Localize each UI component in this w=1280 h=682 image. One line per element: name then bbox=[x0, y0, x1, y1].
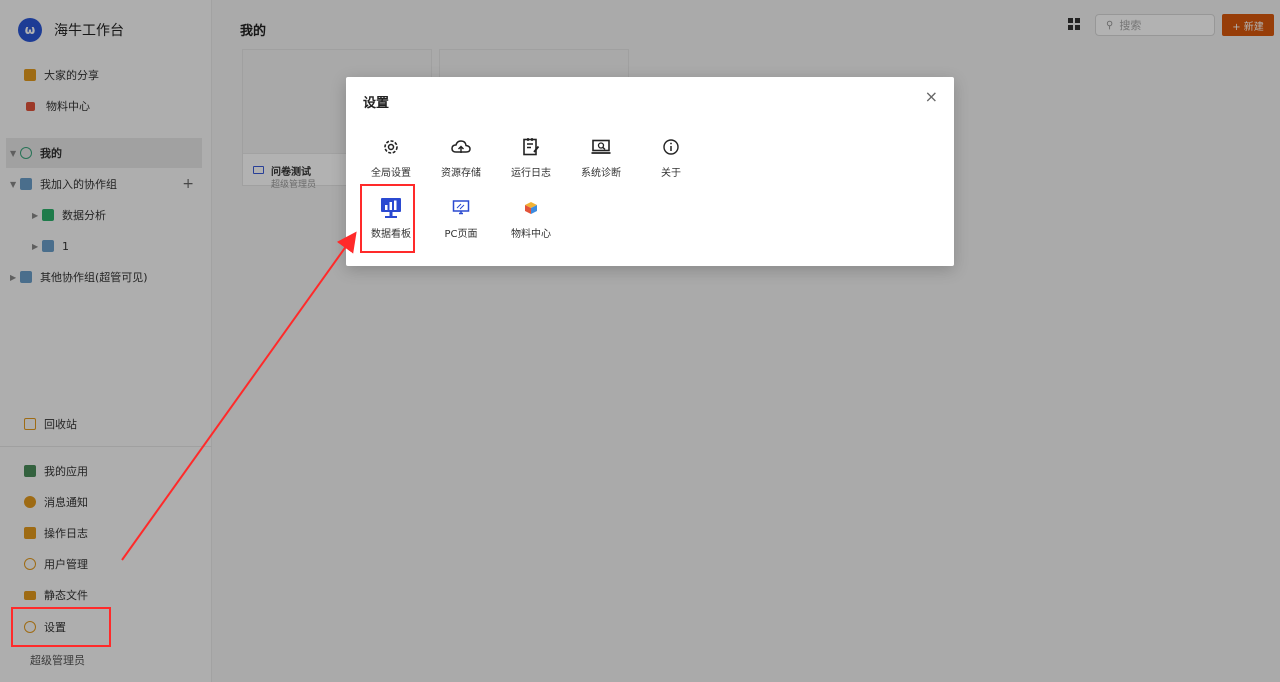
highlight-settings-box bbox=[11, 607, 111, 647]
diagnose-icon bbox=[590, 136, 612, 158]
monitor-icon bbox=[450, 197, 472, 219]
tile-label: 物料中心 bbox=[511, 229, 551, 240]
cloud-icon bbox=[450, 136, 472, 158]
tile-label: PC页面 bbox=[444, 229, 478, 240]
tile-label: 运行日志 bbox=[511, 168, 551, 179]
log-edit-icon bbox=[520, 136, 542, 158]
tile-label: 资源存储 bbox=[441, 168, 481, 179]
close-icon[interactable]: × bbox=[925, 87, 938, 106]
gear-icon bbox=[380, 136, 402, 158]
highlight-dashboard-box bbox=[360, 184, 415, 253]
modal-title: 设置 bbox=[363, 96, 390, 111]
tile-label: 系统诊断 bbox=[581, 168, 621, 179]
material-icon bbox=[520, 197, 542, 219]
tile-resource-storage[interactable]: 资源存储 bbox=[433, 136, 489, 186]
tile-material-center[interactable]: 物料中心 bbox=[503, 197, 559, 247]
tile-label: 关于 bbox=[661, 168, 681, 179]
settings-modal: 设置 × 全局设置 资源存储 运行日志 系统诊断 关于 数据看板 PC页面 物料… bbox=[346, 77, 954, 266]
tile-label: 全局设置 bbox=[371, 168, 411, 179]
info-icon bbox=[660, 136, 682, 158]
tile-run-log[interactable]: 运行日志 bbox=[503, 136, 559, 186]
tile-system-diagnose[interactable]: 系统诊断 bbox=[573, 136, 629, 186]
tile-about[interactable]: 关于 bbox=[643, 136, 699, 186]
tile-pc-page[interactable]: PC页面 bbox=[433, 197, 489, 247]
tile-global-settings[interactable]: 全局设置 bbox=[363, 136, 419, 186]
